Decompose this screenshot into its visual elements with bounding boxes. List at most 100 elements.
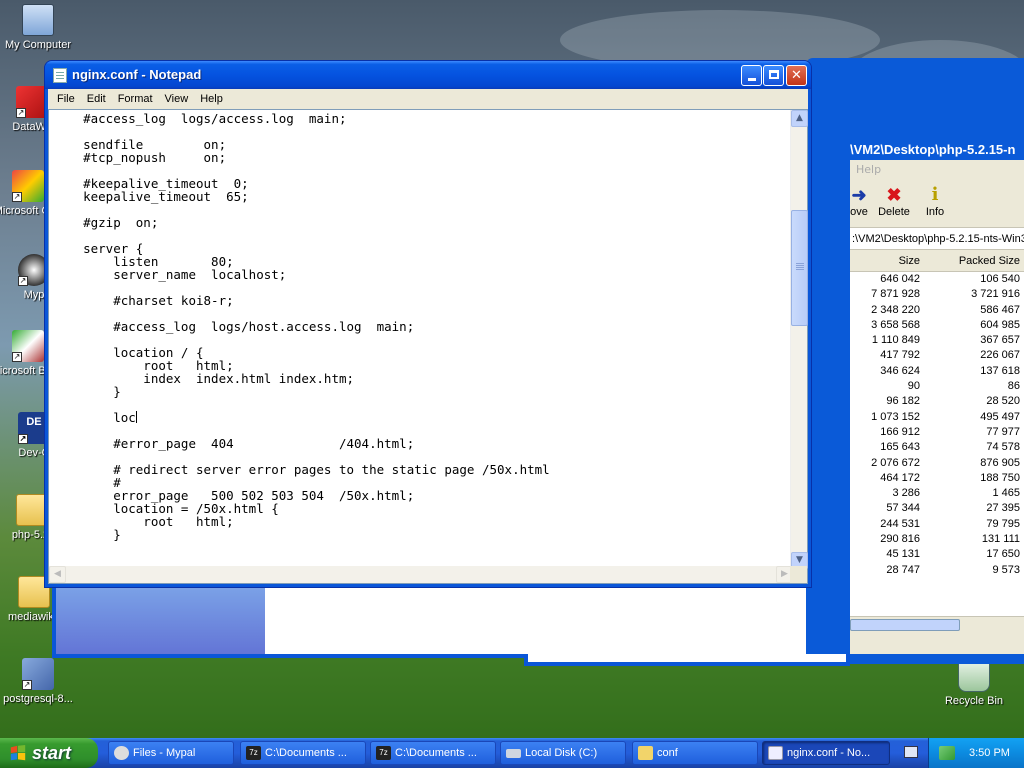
text-line[interactable]: #charset koi8-r; — [53, 294, 793, 307]
taskbar-item-mypal[interactable]: Files - Mypal — [108, 741, 234, 765]
table-row[interactable]: 57 344 27 395 — [850, 501, 1024, 516]
text-line[interactable]: root html; — [53, 515, 793, 528]
table-row[interactable]: 7 871 928 3 721 916 — [850, 287, 1024, 302]
minimize-button[interactable] — [741, 65, 762, 86]
size-cell: 96 182 — [886, 395, 920, 408]
menu-format[interactable]: Format — [112, 93, 159, 105]
desktop-icon-postgresql[interactable]: ↗ postgresql-8... — [0, 658, 76, 706]
packed-size-cell: 188 750 — [980, 471, 1020, 484]
menu-help[interactable]: Help — [194, 93, 229, 105]
text-line[interactable]: server_name localhost; — [53, 268, 793, 281]
text-line[interactable]: # redirect server error pages to the sta… — [53, 463, 793, 476]
packed-size-cell: 367 657 — [980, 334, 1020, 347]
size-cell: 45 131 — [886, 548, 920, 561]
table-row[interactable]: 2 076 672 876 905 — [850, 456, 1024, 471]
menu-view[interactable]: View — [159, 93, 195, 105]
text-line[interactable]: loc — [53, 411, 793, 424]
archive-hscroll[interactable] — [850, 616, 1024, 632]
table-row[interactable]: 244 531 79 795 — [850, 517, 1024, 532]
horizontal-scrollbar[interactable]: ◀ ▶ — [49, 566, 793, 583]
taskbar-item-conf-folder[interactable]: conf — [632, 741, 758, 765]
size-cell: 2 348 220 — [871, 303, 920, 316]
move-button[interactable]: ➜ ove — [850, 184, 870, 218]
table-row[interactable]: 3 658 568 604 985 — [850, 318, 1024, 333]
info-button[interactable]: i Info — [920, 184, 950, 218]
table-row[interactable]: 417 792 226 067 — [850, 348, 1024, 363]
drive-icon — [506, 749, 521, 758]
packed-size-cell: 1 465 — [992, 487, 1020, 500]
taskbar-item-notepad[interactable]: nginx.conf - No... — [762, 741, 890, 765]
taskbar-item-7zip-1[interactable]: 7z C:\Documents ... — [240, 741, 366, 765]
table-row[interactable]: 1 110 849 367 657 — [850, 333, 1024, 348]
text-line[interactable]: #error_page 404 /404.html; — [53, 437, 793, 450]
close-button[interactable]: ✕ — [786, 65, 807, 86]
info-icon: i — [931, 184, 939, 205]
table-row[interactable]: 165 643 74 578 — [850, 440, 1024, 455]
table-row[interactable]: 3 286 1 465 — [850, 486, 1024, 501]
text-line[interactable]: keepalive_timeout 65; — [53, 190, 793, 203]
size-cell: 346 624 — [880, 364, 920, 377]
7zip-icon: 7z — [246, 746, 261, 760]
archive-toolbar: ➜ ove ✖ Delete i Info — [850, 180, 1024, 228]
text-line[interactable] — [53, 229, 793, 242]
column-header-size[interactable]: Size — [850, 250, 924, 271]
move-icon: ➜ — [851, 185, 867, 205]
size-cell: 57 344 — [886, 502, 920, 515]
notepad-titlebar[interactable]: nginx.conf - Notepad ✕ — [45, 61, 811, 89]
explorer-task-pane — [56, 586, 265, 654]
table-row[interactable]: 290 816 131 111 — [850, 532, 1024, 547]
taskbar-item-local-disk[interactable]: Local Disk (C:) — [500, 741, 626, 765]
table-row[interactable]: 96 182 28 520 — [850, 394, 1024, 409]
table-row[interactable]: 1 073 152 495 497 — [850, 410, 1024, 425]
menu-edit[interactable]: Edit — [81, 93, 112, 105]
vertical-scrollbar[interactable]: ▲ ▼ — [790, 110, 808, 569]
text-line[interactable]: } — [53, 528, 793, 541]
size-cell: 2 076 672 — [871, 456, 920, 469]
packed-size-cell: 226 067 — [980, 349, 1020, 362]
text-line[interactable]: #access_log logs/host.access.log main; — [53, 320, 793, 333]
scroll-left-icon[interactable]: ◀ — [49, 566, 66, 583]
delete-button[interactable]: ✖ Delete — [874, 184, 914, 218]
clock[interactable]: 3:50 PM — [969, 738, 1010, 768]
table-row[interactable]: 90 86 — [850, 379, 1024, 394]
text-line[interactable]: #access_log logs/access.log main; — [53, 112, 793, 125]
scroll-thumb[interactable] — [850, 619, 960, 631]
menu-help[interactable]: Help — [856, 163, 881, 176]
taskbar-item-7zip-2[interactable]: 7z C:\Documents ... — [370, 741, 496, 765]
size-cell: 165 643 — [880, 441, 920, 454]
table-row[interactable]: 646 042 106 540 — [850, 272, 1024, 287]
table-row[interactable]: 464 172 188 750 — [850, 471, 1024, 486]
maximize-button[interactable] — [763, 65, 784, 86]
text-line[interactable]: #tcp_nopush on; — [53, 151, 793, 164]
packed-size-cell: 137 618 — [980, 364, 1020, 377]
network-icon[interactable] — [939, 746, 955, 760]
text-line[interactable] — [53, 203, 793, 216]
text-line[interactable] — [53, 398, 793, 411]
table-row[interactable]: 166 912 77 977 — [850, 425, 1024, 440]
table-row[interactable]: 346 624 137 618 — [850, 364, 1024, 379]
table-row[interactable]: 2 348 220 586 467 — [850, 303, 1024, 318]
text-line[interactable]: index index.html index.htm; — [53, 372, 793, 385]
size-cell: 290 816 — [880, 533, 920, 546]
7zip-icon: 7z — [376, 746, 391, 760]
resize-grip[interactable] — [790, 566, 807, 583]
archive-path-field[interactable]: :\VM2\Desktop\php-5.2.15-nts-Win3 — [850, 228, 1024, 250]
desktop-icon-recycle-bin[interactable]: Recycle Bin — [936, 660, 1012, 708]
scroll-up-icon[interactable]: ▲ — [791, 110, 808, 127]
size-cell: 646 042 — [880, 273, 920, 285]
desktop-icon-my-computer[interactable]: My Computer — [0, 4, 76, 52]
scroll-thumb[interactable] — [791, 210, 808, 326]
table-row[interactable]: 28 747 9 573 — [850, 563, 1024, 578]
keyboard-icon[interactable] — [904, 746, 918, 758]
editor-text[interactable]: #access_log logs/access.log main; sendfi… — [53, 110, 793, 569]
archive-window-title: \VM2\Desktop\php-5.2.15-n — [850, 142, 1016, 157]
start-button[interactable]: start — [0, 738, 98, 768]
text-line[interactable]: } — [53, 385, 793, 398]
packed-size-cell: 9 573 — [992, 563, 1020, 576]
table-row[interactable]: 45 131 17 650 — [850, 547, 1024, 562]
column-header-packed-size[interactable]: Packed Size — [924, 250, 1024, 271]
text-editor-area[interactable]: #access_log logs/access.log main; sendfi… — [48, 109, 808, 584]
text-line[interactable]: #gzip on; — [53, 216, 793, 229]
folder-icon — [638, 746, 653, 760]
menu-file[interactable]: File — [51, 93, 81, 105]
